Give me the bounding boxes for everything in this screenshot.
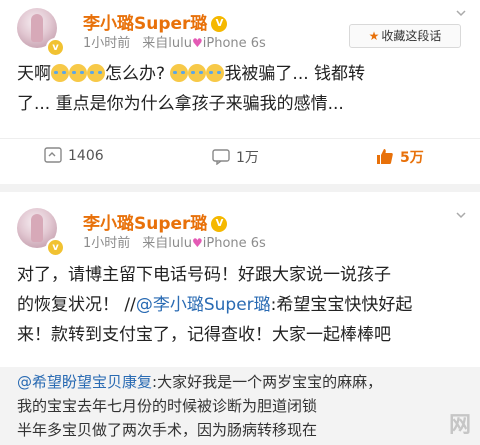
- crying-emoji-icon: [188, 64, 207, 82]
- crying-emoji-icon: [87, 64, 105, 82]
- crying-emoji-icon: [206, 64, 225, 82]
- repost-text: @希望盼望宝贝康复:大家好我是一个两岁宝宝的麻麻， 我的宝宝去年七月份的时候被诊…: [17, 370, 477, 442]
- crown-icon: V: [211, 216, 228, 232]
- favorite-quote-button[interactable]: ★ 收藏这段话: [349, 24, 461, 48]
- like-count: 5万: [400, 150, 424, 166]
- comment-icon: [212, 149, 230, 166]
- verified-badge: v: [46, 238, 65, 257]
- post-source: 来自lulu: [142, 236, 192, 251]
- post-source: 来自lulu: [142, 36, 192, 51]
- weibo-post-2: v 李小璐Super璐 V 1小时前 来自lulu♥iPhone 6s 对了，请博主…: [0, 192, 480, 445]
- text-segment: 了... 重点是你为什么拿孩子来骗我的感情...: [17, 94, 344, 114]
- post-meta: 1小时前 来自lulu♥iPhone 6s: [83, 32, 266, 51]
- thumbs-up-icon: [377, 149, 393, 164]
- user-mention-link[interactable]: @希望盼望宝贝康复: [17, 373, 152, 391]
- avatar-figure: [31, 14, 43, 42]
- reposted-content[interactable]: @希望盼望宝贝康复:大家好我是一个两岁宝宝的麻麻， 我的宝宝去年七月份的时候被诊…: [0, 367, 480, 445]
- repost-button[interactable]: 1406: [44, 147, 104, 164]
- like-button[interactable]: 5万: [376, 147, 424, 167]
- post-divider: [0, 184, 480, 192]
- crying-emoji-icon: [51, 64, 69, 82]
- text-segment: :大家好我是一个两岁宝宝的麻麻，: [152, 373, 383, 391]
- post-meta: 1小时前 来自lulu♥iPhone 6s: [83, 232, 266, 251]
- text-segment: 对了，请博主留下电话号码！好跟大家说一说孩子: [17, 265, 391, 285]
- username-text[interactable]: 李小璐Super璐: [83, 14, 207, 34]
- watermark: 网: [448, 413, 472, 438]
- avatar-figure: [31, 214, 43, 242]
- star-icon: ★: [368, 29, 380, 43]
- crying-emoji-icon: [170, 64, 189, 82]
- text-segment: :希望宝宝快快好起: [270, 295, 413, 315]
- username[interactable]: 李小璐Super璐 V: [83, 209, 228, 234]
- post-text: 天啊 怎么办? 我被骗了... 钱都转 了... 重点是你为什么拿孩子来骗我的感情…: [17, 59, 467, 119]
- post-device: iPhone 6s: [202, 236, 266, 251]
- username[interactable]: 李小璐Super璐 V: [83, 9, 228, 34]
- action-bar: 1406 1万 5万: [0, 138, 480, 175]
- post-text: 对了，请博主留下电话号码！好跟大家说一说孩子 的恢复状况！ //@李小璐Supe…: [17, 260, 467, 350]
- chevron-down-icon[interactable]: [456, 210, 466, 220]
- post-time[interactable]: 1小时前: [83, 236, 130, 251]
- text-segment: 天啊: [17, 64, 51, 84]
- text-segment: 怎么办?: [105, 64, 166, 84]
- verified-badge: v: [46, 38, 65, 57]
- crying-emoji-icon: [69, 64, 87, 82]
- text-segment: 的恢复状况！ //: [17, 295, 136, 315]
- heart-icon: ♥: [191, 36, 203, 50]
- comment-button[interactable]: 1万: [212, 147, 259, 167]
- favorite-label: 收藏这段话: [381, 29, 442, 43]
- chevron-down-icon[interactable]: [456, 8, 466, 18]
- username-text[interactable]: 李小璐Super璐: [83, 214, 207, 234]
- text-segment: 半年多宝贝做了两次手术，因为肠病转移现在: [17, 421, 318, 439]
- user-mention-link[interactable]: @李小璐Super璐: [136, 295, 271, 315]
- text-segment: 我的宝宝去年七月份的时候被诊断为胆道闭锁: [17, 397, 318, 415]
- comment-count: 1万: [236, 150, 259, 166]
- repost-count: 1406: [68, 148, 104, 164]
- crown-icon: V: [211, 16, 228, 32]
- post-time[interactable]: 1小时前: [83, 36, 130, 51]
- repost-icon: [44, 147, 62, 163]
- post-device: iPhone 6s: [202, 36, 266, 51]
- weibo-post-1: v 李小璐Super璐 V 1小时前 来自lulu♥iPhone 6s ★ 收藏这段话…: [0, 0, 480, 184]
- heart-icon: ♥: [191, 236, 203, 250]
- text-segment: 我被骗了... 钱都转: [224, 64, 366, 84]
- text-segment: 来！款转到支付宝了，记得查收！大家一起棒棒吧: [17, 325, 391, 345]
